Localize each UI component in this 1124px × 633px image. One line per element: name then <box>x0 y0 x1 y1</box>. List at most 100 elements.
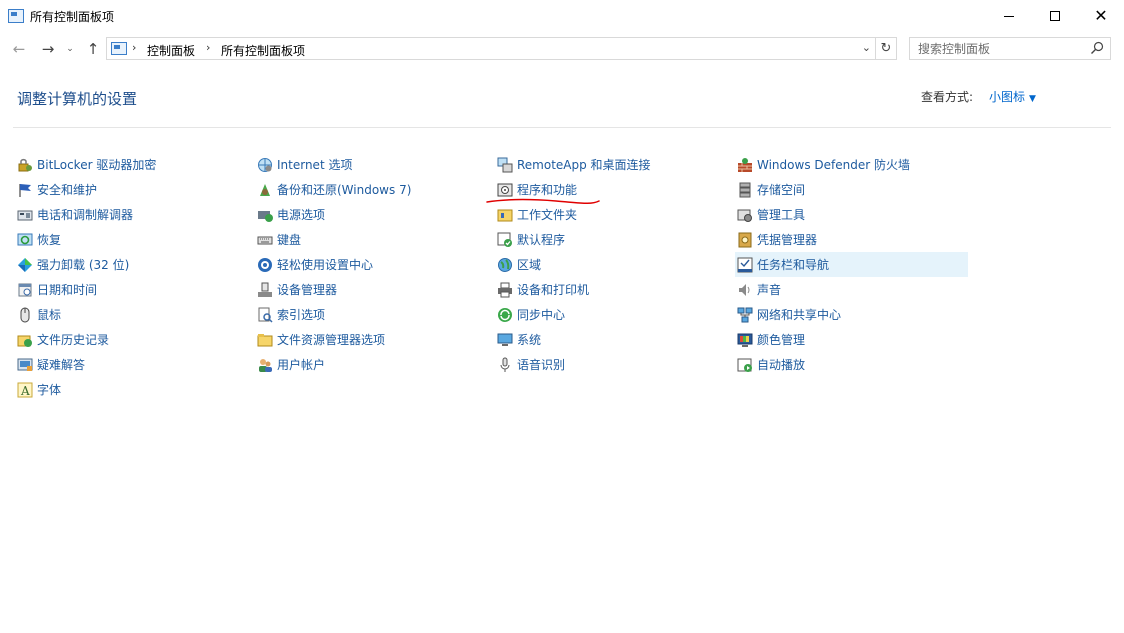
item-label[interactable]: 文件资源管理器选项 <box>277 331 385 348</box>
item-sound[interactable]: 声音 <box>735 277 968 302</box>
item-indexing-options[interactable]: 索引选项 <box>255 302 487 327</box>
search-input[interactable] <box>918 41 1088 57</box>
item-system[interactable]: 系统 <box>495 327 727 352</box>
item-label[interactable]: 备份和还原(Windows 7) <box>277 181 411 198</box>
item-label[interactable]: 存储空间 <box>757 181 805 198</box>
item-label[interactable]: 索引选项 <box>277 306 325 323</box>
item-label[interactable]: 安全和维护 <box>37 181 97 198</box>
item-label[interactable]: 电源选项 <box>277 206 325 223</box>
item-label[interactable]: 语音识别 <box>517 356 565 373</box>
item-label[interactable]: 凭据管理器 <box>757 231 817 248</box>
item-label[interactable]: 强力卸载 (32 位) <box>37 256 129 273</box>
item-devices-printers[interactable]: 设备和打印机 <box>495 277 727 302</box>
address-bar[interactable]: › 控制面板 › 所有控制面板项 ⌄ <box>106 37 876 60</box>
item-network-sharing[interactable]: 网络和共享中心 <box>735 302 968 327</box>
items-column-2: Internet 选项 备份和还原(Windows 7) 电源选项 键盘 轻松使… <box>255 152 487 377</box>
item-security-maintenance[interactable]: 安全和维护 <box>15 177 247 202</box>
item-force-uninstall[interactable]: 强力卸载 (32 位) <box>15 252 247 277</box>
item-label[interactable]: 工作文件夹 <box>517 206 577 223</box>
item-region[interactable]: 区域 <box>495 252 727 277</box>
chevron-right-icon[interactable]: › <box>206 41 210 54</box>
item-phone-modem[interactable]: 电话和调制解调器 <box>15 202 247 227</box>
navigation-bar: ← → ⌄ ↑ › 控制面板 › 所有控制面板项 ⌄ ↻ <box>0 36 1124 62</box>
item-folder-options[interactable]: 文件资源管理器选项 <box>255 327 487 352</box>
item-label[interactable]: 颜色管理 <box>757 331 805 348</box>
item-label[interactable]: 网络和共享中心 <box>757 306 841 323</box>
item-remoteapp[interactable]: RemoteApp 和桌面连接 <box>495 152 727 177</box>
item-label[interactable]: RemoteApp 和桌面连接 <box>517 156 651 173</box>
remoteapp-icon <box>497 157 513 173</box>
item-autoplay[interactable]: 自动播放 <box>735 352 968 377</box>
item-date-time[interactable]: 日期和时间 <box>15 277 247 302</box>
refresh-button[interactable]: ↻ <box>876 37 897 60</box>
close-icon: ✕ <box>1094 6 1108 25</box>
minimize-button[interactable] <box>986 0 1032 32</box>
item-label[interactable]: 轻松使用设置中心 <box>277 256 373 273</box>
search-icon[interactable] <box>1090 41 1104 55</box>
item-speech-recognition[interactable]: 语音识别 <box>495 352 727 377</box>
breadcrumb-control-panel[interactable]: 控制面板 <box>147 42 195 59</box>
recent-locations-button[interactable]: ⌄ <box>63 38 77 60</box>
chevron-right-icon[interactable]: › <box>132 41 136 54</box>
close-button[interactable]: ✕ <box>1078 0 1124 32</box>
item-label[interactable]: 管理工具 <box>757 206 805 223</box>
arrow-right-icon: → <box>41 40 55 58</box>
item-label[interactable]: 系统 <box>517 331 541 348</box>
item-keyboard[interactable]: 键盘 <box>255 227 487 252</box>
item-taskbar-navigation[interactable]: 任务栏和导航 <box>735 252 968 277</box>
item-troubleshoot[interactable]: 疑难解答 <box>15 352 247 377</box>
items-column-3: RemoteApp 和桌面连接 程序和功能 工作文件夹 默认程序 区域 设备和打… <box>495 152 727 377</box>
back-button[interactable]: ← <box>9 38 29 60</box>
item-label[interactable]: 鼠标 <box>37 306 61 323</box>
item-label[interactable]: 区域 <box>517 256 541 273</box>
forward-button[interactable]: → <box>38 38 58 60</box>
item-label[interactable]: Internet 选项 <box>277 156 352 173</box>
item-label[interactable]: 同步中心 <box>517 306 565 323</box>
item-label[interactable]: 键盘 <box>277 231 301 248</box>
search-box[interactable] <box>909 37 1111 60</box>
item-firewall[interactable]: Windows Defender 防火墙 <box>735 152 968 177</box>
item-label[interactable]: 疑难解答 <box>37 356 85 373</box>
address-dropdown-button[interactable]: ⌄ <box>862 41 871 54</box>
item-label[interactable]: 声音 <box>757 281 781 298</box>
item-user-accounts[interactable]: 用户帐户 <box>255 352 487 377</box>
item-color-management[interactable]: 颜色管理 <box>735 327 968 352</box>
breadcrumb-all-items[interactable]: 所有控制面板项 <box>221 42 305 59</box>
item-default-programs[interactable]: 默认程序 <box>495 227 727 252</box>
work-folders-icon <box>497 207 513 223</box>
item-label[interactable]: 设备管理器 <box>277 281 337 298</box>
item-label[interactable]: 设备和打印机 <box>517 281 589 298</box>
arrow-left-icon: ← <box>12 40 26 58</box>
item-label[interactable]: BitLocker 驱动器加密 <box>37 156 156 173</box>
item-recovery[interactable]: 恢复 <box>15 227 247 252</box>
item-backup-restore[interactable]: 备份和还原(Windows 7) <box>255 177 487 202</box>
view-by-label: 查看方式: <box>921 90 974 104</box>
item-power-options[interactable]: 电源选项 <box>255 202 487 227</box>
item-label[interactable]: Windows Defender 防火墙 <box>757 156 910 173</box>
item-label[interactable]: 任务栏和导航 <box>757 256 829 273</box>
item-label[interactable]: 默认程序 <box>517 231 565 248</box>
item-mouse[interactable]: 鼠标 <box>15 302 247 327</box>
item-admin-tools[interactable]: 管理工具 <box>735 202 968 227</box>
view-by-value[interactable]: 小图标 <box>989 90 1025 104</box>
item-file-history[interactable]: 文件历史记录 <box>15 327 247 352</box>
up-button[interactable]: ↑ <box>83 38 103 60</box>
item-internet-options[interactable]: Internet 选项 <box>255 152 487 177</box>
item-label[interactable]: 字体 <box>37 381 61 398</box>
item-bitlocker[interactable]: BitLocker 驱动器加密 <box>15 152 247 177</box>
item-fonts[interactable]: A 字体 <box>15 377 247 402</box>
view-by-dropdown[interactable]: 小图标 ▼ <box>989 88 1036 105</box>
item-label[interactable]: 文件历史记录 <box>37 331 109 348</box>
item-sync-center[interactable]: 同步中心 <box>495 302 727 327</box>
item-label[interactable]: 恢复 <box>37 231 61 248</box>
item-label[interactable]: 自动播放 <box>757 356 805 373</box>
item-label[interactable]: 电话和调制解调器 <box>37 206 133 223</box>
phone-modem-icon <box>17 207 33 223</box>
item-label[interactable]: 用户帐户 <box>277 356 325 373</box>
item-device-manager[interactable]: 设备管理器 <box>255 277 487 302</box>
item-label[interactable]: 日期和时间 <box>37 281 97 298</box>
item-ease-of-access[interactable]: 轻松使用设置中心 <box>255 252 487 277</box>
item-credential-manager[interactable]: 凭据管理器 <box>735 227 968 252</box>
item-storage-spaces[interactable]: 存储空间 <box>735 177 968 202</box>
maximize-button[interactable] <box>1032 0 1078 32</box>
